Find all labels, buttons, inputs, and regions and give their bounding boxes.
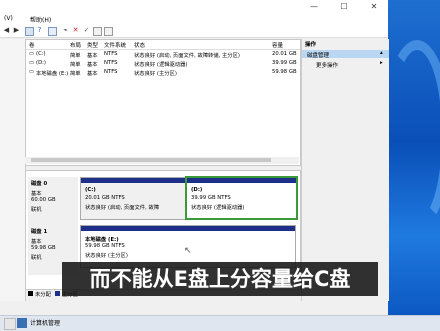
refresh-icon[interactable]: [93, 27, 102, 36]
maximize-button[interactable]: ☐: [330, 0, 358, 14]
partition-detail: 59.98 GB NTFS: [85, 243, 125, 249]
collapse-icon[interactable]: ▴: [380, 50, 383, 56]
volume-name: (C:): [36, 51, 46, 57]
mouse-cursor-icon: ↖: [184, 246, 192, 256]
drive-icon: ▭: [29, 51, 35, 57]
volume-row[interactable]: ▭ 本地磁盘 (E:) 简单 基本 NTFS 状态良好 (主分区) 59.98 …: [26, 69, 300, 77]
close-button[interactable]: ✕: [360, 0, 388, 14]
action-disk-management[interactable]: 磁盘管理 ▴: [302, 50, 389, 59]
check-icon[interactable]: ✓: [83, 27, 90, 34]
back-icon[interactable]: ◀: [3, 27, 10, 34]
action-disk-management-label: 磁盘管理: [307, 53, 330, 59]
actions-header: 操作: [302, 39, 389, 48]
volume-fs: NTFS: [104, 69, 118, 75]
connect-icon[interactable]: ⌁: [62, 27, 69, 34]
partition-label: 本地磁盘 (E:): [85, 237, 119, 243]
menu-view[interactable]: (V): [4, 15, 13, 22]
help-icon[interactable]: ?: [36, 27, 43, 34]
minimize-button[interactable]: —: [300, 0, 328, 14]
col-capacity[interactable]: 容量: [272, 41, 283, 49]
partition-d[interactable]: (D:) 39.99 GB NTFS 状态良好 (逻辑驱动器): [185, 176, 298, 220]
partition-bar: [187, 178, 296, 183]
disk-state: 联机: [31, 207, 42, 213]
desktop-background: [382, 0, 440, 315]
drive-icon: ▭: [29, 69, 35, 75]
menu-bar: (V) 帮助(H): [0, 14, 388, 25]
col-layout[interactable]: 布局: [70, 41, 81, 49]
scrollbar-thumb[interactable]: [31, 158, 271, 162]
actions-header-label: 操作: [305, 42, 317, 48]
disk-0-info[interactable]: 磁盘 0 基本 60.00 GB 联机: [28, 177, 78, 227]
drive-icon: ▭: [29, 60, 35, 66]
partition-status: 状态良好 (逻辑驱动器): [191, 205, 245, 211]
menu-help[interactable]: 帮助(H): [30, 15, 51, 24]
toolbar: ◀ ▶ ? ⌁ ✕ ✓: [0, 25, 388, 38]
disk-size: 60.00 GB: [31, 197, 56, 203]
partition-status: 状态良好 (启动, 页面文件, 故障: [85, 205, 160, 211]
chevron-right-icon[interactable]: ▸: [380, 60, 383, 66]
volume-layout: 简单: [70, 71, 81, 77]
volume-size: 59.98 GB: [272, 69, 297, 75]
forward-icon[interactable]: ▶: [13, 27, 20, 34]
col-status[interactable]: 状态: [134, 41, 145, 49]
partition-status: 状态良好 (主分区): [85, 253, 128, 259]
volume-row[interactable]: ▭ (D:) 简单 基本 NTFS 状态良好 (逻辑驱动器) 39.99 GB: [26, 60, 300, 68]
col-volume[interactable]: 卷: [29, 41, 35, 49]
volume-row[interactable]: ▭ (C:) 简单 基本 NTFS 状态良好 (启动, 页面文件, 故障转储, …: [26, 51, 300, 59]
volume-name: (D:): [36, 60, 46, 66]
partition-label: (C:): [85, 187, 96, 193]
partition-c[interactable]: (C:) 20.01 GB NTFS 状态良好 (启动, 页面文件, 故障: [80, 177, 186, 220]
video-caption: 而不能从E盘上分容量给C盘: [62, 262, 378, 296]
delete-icon[interactable]: ✕: [72, 27, 79, 34]
title-bar: — ☐ ✕: [0, 0, 388, 14]
volume-type: 基本: [87, 53, 98, 59]
volume-type: 基本: [87, 71, 98, 77]
disk-name: 磁盘 1: [31, 229, 48, 235]
taskbar-app-label[interactable]: 计算机管理: [30, 318, 60, 327]
legend-unallocated-label: 未分配: [35, 292, 51, 298]
console-tree-icon[interactable]: [25, 27, 34, 36]
volume-fs: NTFS: [104, 60, 118, 66]
partition-detail: 39.99 GB NTFS: [191, 195, 231, 201]
volume-status: 状态良好 (主分区): [134, 71, 177, 77]
disk-size: 59.98 GB: [31, 245, 56, 251]
volume-list: 卷 布局 类型 文件系统 状态 容量 ▭ (C:) 简单 基本 NTFS 状态良…: [25, 39, 301, 166]
disk-state: 联机: [31, 255, 42, 261]
volume-type: 基本: [87, 62, 98, 68]
partition-label: (D:): [191, 187, 203, 193]
action-more[interactable]: 更多操作: [316, 61, 338, 69]
view-icon[interactable]: [104, 27, 113, 36]
volume-status: 状态良好 (启动, 页面文件, 故障转储, 主分区): [134, 53, 240, 59]
partition-bar: [81, 178, 185, 183]
partition-detail: 20.01 GB NTFS: [85, 195, 125, 201]
col-filesystem[interactable]: 文件系统: [104, 41, 126, 49]
partition-bar: [81, 226, 295, 231]
volume-layout: 简单: [70, 62, 81, 68]
volume-status: 状态良好 (逻辑驱动器): [134, 62, 188, 68]
wallpaper-swirl: [382, 40, 440, 230]
horizontal-scrollbar[interactable]: [25, 157, 299, 164]
navigation-tree: [0, 39, 26, 301]
volume-layout: 简单: [70, 53, 81, 59]
taskbar: 计算机管理: [0, 315, 440, 331]
disk-type: 基本: [31, 191, 42, 197]
volume-list-header: 卷 布局 类型 文件系统 状态 容量: [26, 40, 300, 50]
volume-name: 本地磁盘 (E:): [36, 71, 69, 77]
properties-icon[interactable]: [48, 27, 57, 36]
col-type[interactable]: 类型: [87, 41, 98, 49]
volume-fs: NTFS: [104, 51, 118, 57]
volume-size: 20.01 GB: [272, 51, 297, 57]
legend-unallocated-swatch: [28, 291, 33, 296]
computer-management-icon[interactable]: [17, 318, 27, 328]
disk-name: 磁盘 0: [31, 181, 48, 187]
legend-primary-swatch: [55, 291, 60, 296]
app-icon[interactable]: [4, 318, 16, 330]
disk-type: 基本: [31, 239, 42, 245]
volume-size: 39.99 GB: [272, 60, 297, 66]
